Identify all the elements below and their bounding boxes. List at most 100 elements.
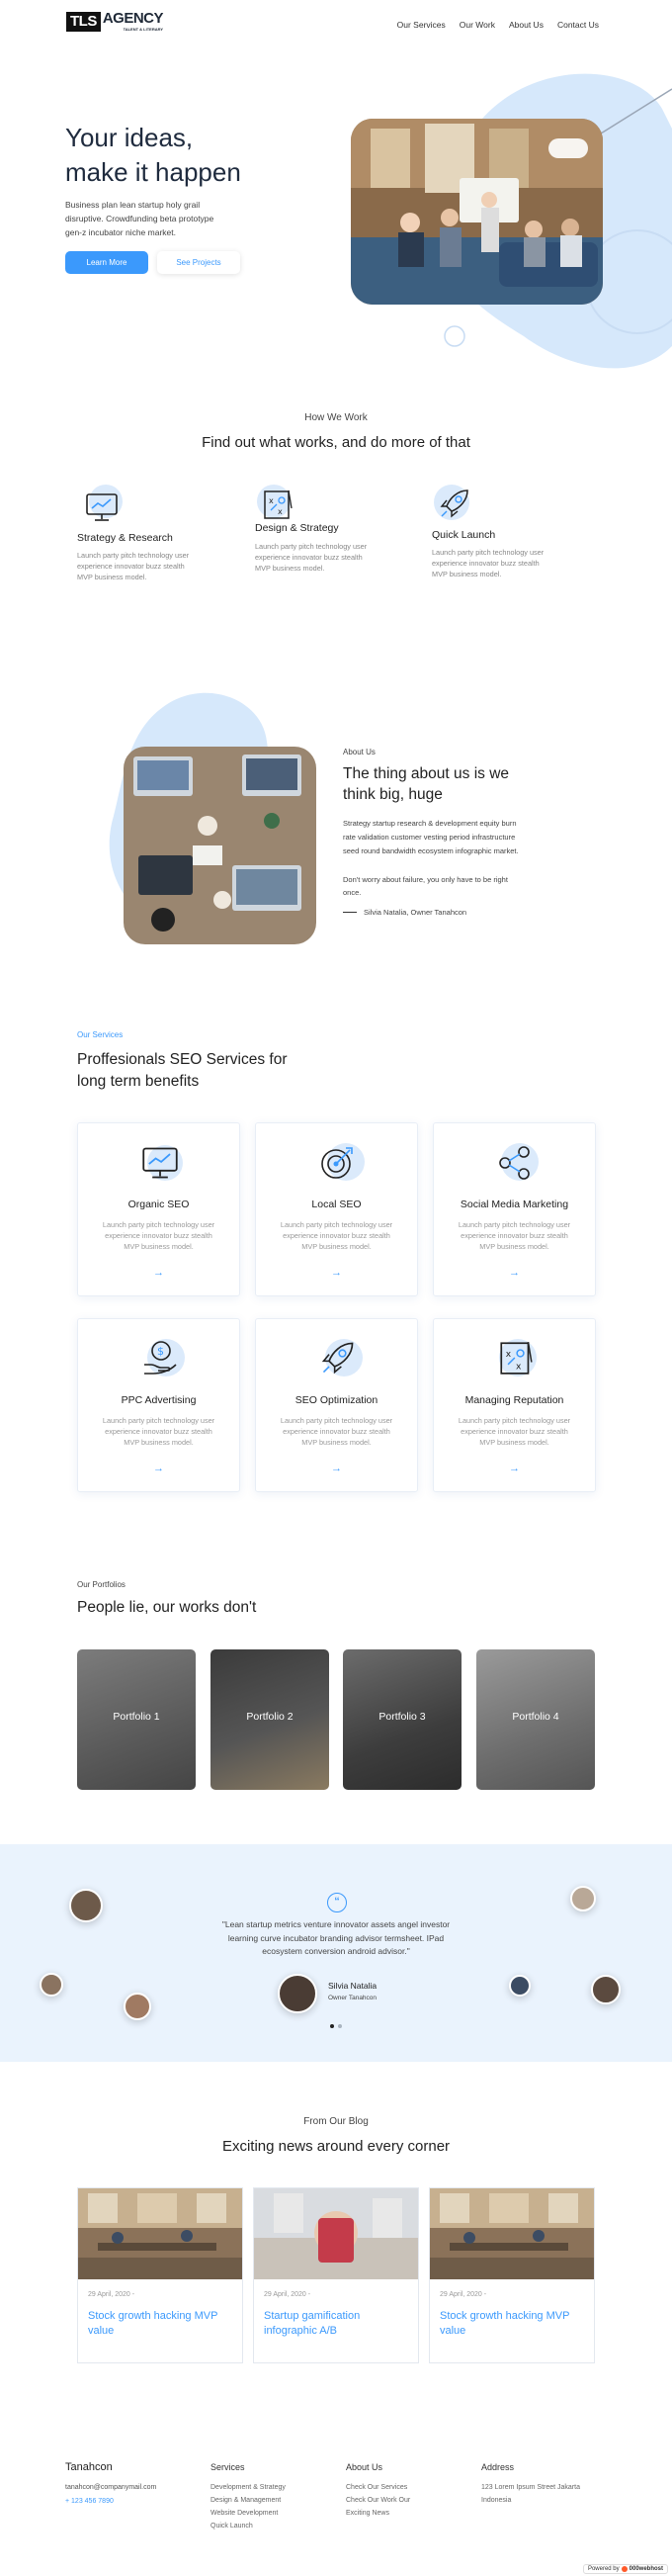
how-item-text: Launch party pitch technology user experi… [432,548,545,578]
portfolio-section: Our Portfolios People lie, our works don… [0,1572,672,1810]
service-arrow-icon[interactable]: → [434,1267,595,1279]
blog-title: Exciting news around every corner [221,2138,451,2155]
service-text: Launch party pitch technology user experi… [102,1220,215,1251]
footer-address-title: Address [481,2462,515,2472]
portfolio-label-1: Portfolio 1 [113,1711,160,1723]
monitor-chart-icon [86,493,118,521]
avatar [591,1975,621,2004]
service-arrow-icon[interactable]: → [256,1463,417,1474]
portfolio-item-3[interactable]: Portfolio 3 [343,1649,462,1790]
testimonial-avatar [278,1974,317,2013]
nav-our-services[interactable]: Our Services [397,20,446,30]
service-card-reputation[interactable]: xx Managing Reputation Launch party pitc… [433,1318,596,1492]
logo[interactable]: TLS AGENCY TALENT & LITERARY [66,11,164,32]
service-card-social-media[interactable]: Social Media Marketing Launch party pitc… [433,1122,596,1296]
portfolio-label-3: Portfolio 3 [378,1711,426,1723]
svg-text:x: x [269,496,274,505]
blog-date: 29 April, 2020 - [88,2291,135,2298]
webhost-logo-icon [621,2566,628,2572]
blog-image [430,2188,594,2279]
footer-link[interactable]: Check Our Services [346,2481,410,2494]
services-label: Our Services [77,1030,124,1039]
service-card-local-seo[interactable]: Local SEO Launch party pitch technology … [255,1122,418,1296]
carousel-dot-active[interactable] [330,2024,334,2028]
avatar [40,1973,63,1997]
blog-date: 29 April, 2020 - [440,2291,487,2298]
blog-post-title[interactable]: Stock growth hacking MVP value [88,2309,232,2339]
footer-link[interactable]: Website Development [210,2507,286,2520]
footer-about-title: About Us [346,2462,383,2472]
portfolio-label: Our Portfolios [77,1580,126,1589]
blog-post-1[interactable]: 29 April, 2020 - Stock growth hacking MV… [77,2187,243,2363]
service-card-organic-seo[interactable]: Organic SEO Launch party pitch technolog… [77,1122,240,1296]
footer-link[interactable]: Quick Launch [210,2520,286,2532]
footer-email[interactable]: tanahcon@companymail.com [65,2484,156,2491]
hero-text: Business plan lean startup holy grail di… [65,198,213,239]
nav-our-work[interactable]: Our Work [460,20,495,30]
quote-icon: “ [327,1893,347,1912]
logo-tagline: TALENT & LITERARY [123,27,164,32]
blog-image [254,2188,418,2279]
header: TLS AGENCY TALENT & LITERARY Our Service… [0,0,672,49]
blog-post-title[interactable]: Stock growth hacking MVP value [440,2309,584,2339]
nav-contact-us[interactable]: Contact Us [557,20,599,30]
footer-link[interactable]: Check Our Work Our [346,2494,410,2507]
service-title: Local SEO [311,1199,362,1210]
how-title: Find out what works, and do more of that [202,434,470,451]
hero-photo [351,119,603,305]
blog-post-2[interactable]: 29 April, 2020 - Startup gamification in… [253,2187,419,2363]
see-projects-button[interactable]: See Projects [157,251,240,274]
dollar-hand-icon: $ [144,1341,177,1375]
nav-about-us[interactable]: About Us [509,20,544,30]
badge-brand: 000webhost [629,2566,663,2572]
about-quote: Don't worry about failure, you only have… [343,875,508,897]
service-text: Launch party pitch technology user experi… [458,1416,571,1447]
how-subtitle: How We Work [304,412,368,423]
blog-section: From Our Blog Exciting news around every… [0,2096,672,2373]
powered-by-badge[interactable]: Powered by 000webhost [582,2564,668,2574]
service-text: Launch party pitch technology user experi… [280,1220,393,1251]
about-label: About Us [343,748,376,756]
service-arrow-icon[interactable]: → [78,1463,239,1474]
avatar [509,1975,531,1997]
portfolio-item-2[interactable]: Portfolio 2 [210,1649,329,1790]
service-card-seo-optimization[interactable]: SEO Optimization Launch party pitch tech… [255,1318,418,1492]
blog-post-title[interactable]: Startup gamification infographic A/B [264,2309,408,2339]
footer-link[interactable]: Exciting News [346,2507,410,2520]
how-item-text: Launch party pitch technology user experi… [77,551,190,581]
avatar [570,1886,596,1911]
hero-text-line: gen-z incubator niche market. [65,227,176,237]
badge-prefix: Powered by [587,2566,620,2572]
about-title: The thing about us is we think big, huge [343,765,510,803]
about-section: About Us The thing about us is we think b… [0,682,672,979]
testimonial-role: Owner Tanahcon [328,1995,378,2001]
footer-about-list: Check Our Services Check Our Work Our Ex… [346,2481,410,2520]
footer-link[interactable]: Development & Strategy [210,2481,286,2494]
about-text: Strategy startup research & development … [343,819,519,855]
footer-address: 123 Lorem Ipsum Street Jakarta Indonesia [481,2484,580,2504]
strategy-board-icon: xx [500,1342,533,1375]
hero-title-line1: Your ideas, [65,123,194,152]
service-title: Social Media Marketing [460,1199,569,1210]
how-item-title: Quick Launch [432,529,496,541]
rocket-icon [440,489,468,518]
blog-subtitle: From Our Blog [303,2116,369,2127]
service-arrow-icon[interactable]: → [78,1267,239,1279]
footer-phone[interactable]: + 123 456 7890 [65,2498,114,2505]
footer: Tanahcon tanahcon@companymail.com + 123 … [0,2447,672,2576]
strategy-board-icon: xx [264,489,293,519]
svg-text:x: x [506,1350,512,1360]
footer-link[interactable]: Design & Management [210,2494,286,2507]
service-title: PPC Advertising [121,1394,197,1406]
service-title: Organic SEO [127,1199,190,1210]
service-card-ppc[interactable]: $ PPC Advertising Launch party pitch tec… [77,1318,240,1492]
learn-more-button[interactable]: Learn More [65,251,148,274]
about-author: Silvia Natalia, Owner Tanahcon [364,908,467,917]
portfolio-item-4[interactable]: Portfolio 4 [476,1649,595,1790]
carousel-dot[interactable] [338,2024,342,2028]
blog-post-3[interactable]: 29 April, 2020 - Stock growth hacking MV… [429,2187,595,2363]
service-arrow-icon[interactable]: → [256,1267,417,1279]
service-arrow-icon[interactable]: → [434,1463,595,1474]
portfolio-item-1[interactable]: Portfolio 1 [77,1649,196,1790]
logo-box: TLS [66,12,101,32]
